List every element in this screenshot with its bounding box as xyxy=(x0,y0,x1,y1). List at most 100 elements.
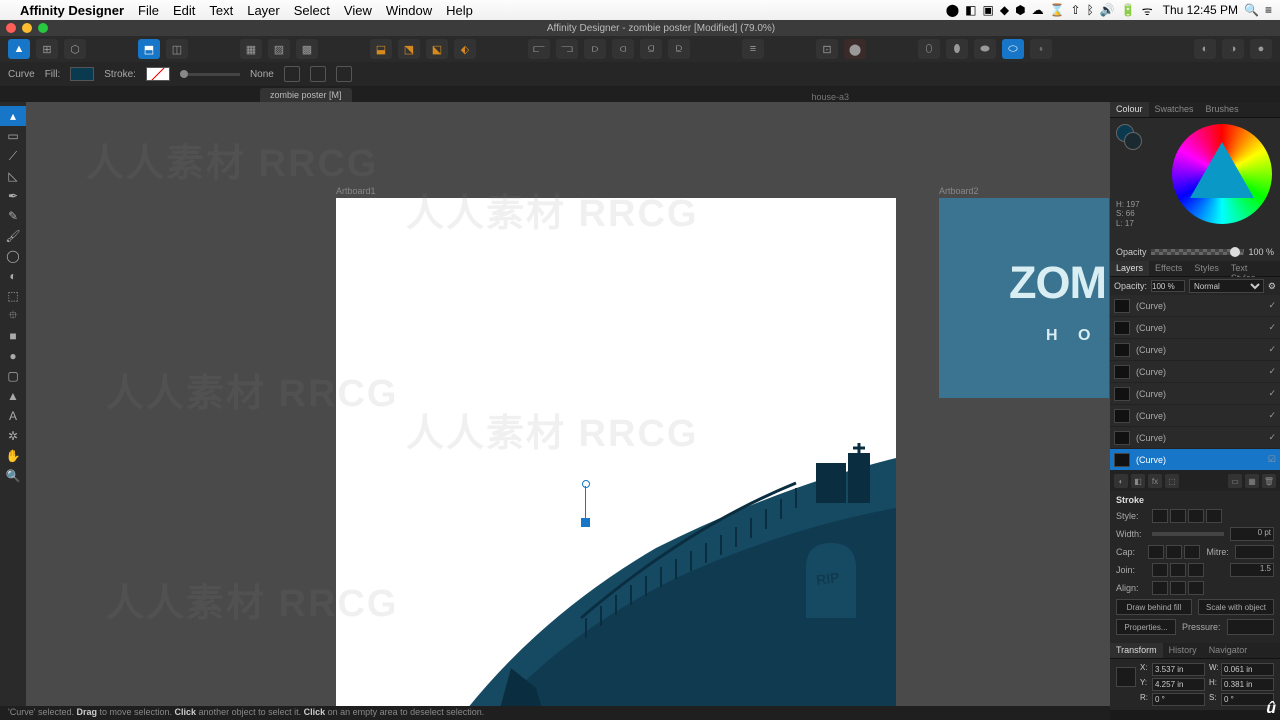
ellipse-tool-icon[interactable]: ● xyxy=(0,346,26,366)
canvas[interactable]: Artboard1 xyxy=(26,102,1110,710)
align-outside[interactable] xyxy=(1188,581,1204,595)
boolean-xor-icon[interactable]: ⬭ xyxy=(1002,39,1024,59)
align-middle-icon[interactable]: ⫑ xyxy=(640,39,662,59)
draw-behind-button[interactable]: Draw behind fill xyxy=(1116,599,1192,615)
brush-tool-icon[interactable]: 🖌 xyxy=(0,226,26,246)
bezier-handle[interactable] xyxy=(582,480,590,488)
ctx-icon[interactable] xyxy=(310,66,326,82)
sys-icon[interactable]: ⇧ xyxy=(1071,3,1081,17)
document-tab[interactable]: zombie poster [M] xyxy=(260,88,352,102)
sys-icon[interactable]: ◆ xyxy=(1000,3,1009,17)
stroke-style-dash[interactable] xyxy=(1188,509,1204,523)
layer-visible-check[interactable]: ☑ xyxy=(1268,454,1276,465)
zoom-window-icon[interactable] xyxy=(38,23,48,33)
colour-picker-tool-icon[interactable]: ✲ xyxy=(0,426,26,446)
menu-icon[interactable]: ≡ xyxy=(1265,3,1272,17)
w-field[interactable]: 0.061 in xyxy=(1221,663,1274,676)
align-top-icon[interactable]: ⫏ xyxy=(612,39,634,59)
delete-layer-icon[interactable]: 🗑 xyxy=(1262,474,1276,488)
persona-export-icon[interactable]: ⬡ xyxy=(64,39,86,59)
opacity-slider[interactable] xyxy=(1151,249,1245,255)
align-center-icon[interactable]: ⫎ xyxy=(556,39,578,59)
sys-icon[interactable]: ☁ xyxy=(1032,3,1044,17)
tab-history[interactable]: History xyxy=(1163,643,1203,658)
artboard-tool-icon[interactable]: ▭ xyxy=(0,126,26,146)
arrange-backward-icon[interactable]: ⬔ xyxy=(398,39,420,59)
selected-node[interactable] xyxy=(581,518,590,527)
corner-tool-icon[interactable]: ◺ xyxy=(0,166,26,186)
node-tool-icon[interactable]: ⟋ xyxy=(0,146,26,166)
snap-icon[interactable]: ⬒ xyxy=(138,39,160,59)
tab-colour[interactable]: Colour xyxy=(1110,102,1149,117)
cap-butt[interactable] xyxy=(1148,545,1164,559)
crop-tool-icon[interactable]: ⯐ xyxy=(0,306,26,326)
tab-navigator[interactable]: Navigator xyxy=(1203,643,1254,658)
anchor-selector[interactable] xyxy=(1116,667,1136,687)
search-icon[interactable]: 🔍 xyxy=(1244,3,1259,17)
align-left-icon[interactable]: ⫍ xyxy=(528,39,550,59)
artboard1[interactable]: RIP xyxy=(336,198,896,710)
add-layer-icon[interactable]: ▭ xyxy=(1228,474,1242,488)
fill-tool-icon[interactable]: ◯ xyxy=(0,246,26,266)
mask-icon[interactable]: ◐ xyxy=(1114,474,1128,488)
move-tool-icon[interactable]: ▴ xyxy=(0,106,26,126)
app-name[interactable]: Affinity Designer xyxy=(20,3,124,18)
persona-pixel-icon[interactable]: ⊞ xyxy=(36,39,58,59)
join-mitre[interactable] xyxy=(1152,563,1168,577)
stroke-swatch[interactable] xyxy=(146,67,170,81)
transparency-tool-icon[interactable]: ◐ xyxy=(0,266,26,286)
fill-swatch[interactable] xyxy=(70,67,94,81)
blend-mode-select[interactable]: Normal xyxy=(1189,279,1264,293)
stroke-style-solid[interactable] xyxy=(1170,509,1186,523)
stroke-width-slider[interactable] xyxy=(180,73,240,76)
arrange-front-icon[interactable]: ⬖ xyxy=(454,39,476,59)
align-bottom-icon[interactable]: ⫒ xyxy=(668,39,690,59)
boolean-add-icon[interactable]: ⬯ xyxy=(918,39,940,59)
tab-brushes[interactable]: Brushes xyxy=(1200,102,1245,117)
arrange-back-icon[interactable]: ⬓ xyxy=(370,39,392,59)
wifi-icon[interactable]: ᯤ xyxy=(1142,2,1153,19)
layer-row[interactable]: (Curve)✓ xyxy=(1110,361,1280,383)
sys-icon[interactable]: ◧ xyxy=(965,3,976,17)
tab-layers[interactable]: Layers xyxy=(1110,261,1149,276)
ctx-icon[interactable] xyxy=(336,66,352,82)
view-full-icon[interactable]: ● xyxy=(1250,39,1272,59)
crop-mask-icon[interactable]: ⬚ xyxy=(1165,474,1179,488)
layer-visible-check[interactable]: ✓ xyxy=(1268,300,1276,311)
layer-row[interactable]: (Curve)✓ xyxy=(1110,405,1280,427)
x-field[interactable]: 3.537 in xyxy=(1152,663,1205,676)
layer-row[interactable]: (Curve)✓ xyxy=(1110,339,1280,361)
layer-row[interactable]: (Curve)✓ xyxy=(1110,295,1280,317)
add-pixel-icon[interactable]: ▦ xyxy=(1245,474,1259,488)
clip-icon[interactable]: ◫ xyxy=(166,39,188,59)
menu-text[interactable]: Text xyxy=(209,3,233,18)
menu-view[interactable]: View xyxy=(344,3,372,18)
properties-button[interactable]: Properties... xyxy=(1116,619,1176,635)
artboard1-label[interactable]: Artboard1 xyxy=(336,186,376,196)
layer-visible-check[interactable]: ✓ xyxy=(1268,366,1276,377)
menu-window[interactable]: Window xyxy=(386,3,432,18)
menu-edit[interactable]: Edit xyxy=(173,3,195,18)
layer-visible-check[interactable]: ✓ xyxy=(1268,432,1276,443)
align-right-icon[interactable]: ⫐ xyxy=(584,39,606,59)
ctx-icon[interactable] xyxy=(284,66,300,82)
stroke-width-slider[interactable] xyxy=(1152,532,1224,536)
boolean-sub-icon[interactable]: ⬮ xyxy=(946,39,968,59)
sys-icon[interactable]: ⬢ xyxy=(1015,3,1025,17)
h-field[interactable]: 0.381 in xyxy=(1221,678,1274,691)
join-value[interactable]: 1.5 xyxy=(1230,563,1274,577)
sys-icon[interactable]: ᛒ xyxy=(1087,3,1094,17)
menu-file[interactable]: File xyxy=(138,3,159,18)
y-field[interactable]: 4.257 in xyxy=(1152,678,1205,691)
colour-swatch-pair[interactable] xyxy=(1116,124,1142,150)
view-split-icon[interactable]: ◑ xyxy=(1222,39,1244,59)
hand-tool-icon[interactable]: ✋ xyxy=(0,446,26,466)
stroke-style-brush[interactable] xyxy=(1206,509,1222,523)
layer-opacity-input[interactable] xyxy=(1151,280,1185,292)
rectangle-tool-icon[interactable]: ■ xyxy=(0,326,26,346)
select-group-icon[interactable]: ▦ xyxy=(240,39,262,59)
layer-visible-check[interactable]: ✓ xyxy=(1268,322,1276,333)
cap-square[interactable] xyxy=(1184,545,1200,559)
gear-icon[interactable]: ⚙ xyxy=(1268,281,1276,292)
menu-layer[interactable]: Layer xyxy=(247,3,280,18)
